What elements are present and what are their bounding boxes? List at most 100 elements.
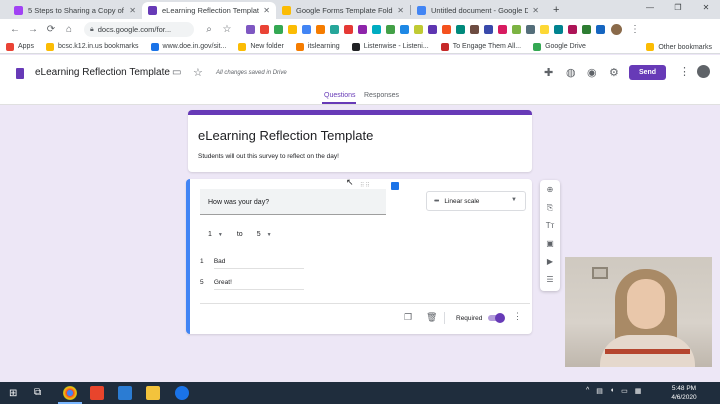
min-label-input[interactable]: Bad bbox=[213, 258, 304, 269]
task-view-icon[interactable]: ⧉ bbox=[34, 387, 41, 398]
extension-icon[interactable] bbox=[456, 25, 465, 34]
taskbar-clock[interactable]: 5:48 PM 4/6/2020 bbox=[664, 384, 704, 402]
star-icon[interactable]: ☆ bbox=[193, 66, 203, 79]
new-tab-icon[interactable]: + bbox=[553, 4, 559, 16]
bookmark-link[interactable]: Listenwise - Listeni... bbox=[351, 42, 429, 51]
extension-icon[interactable] bbox=[358, 25, 367, 34]
extension-icon[interactable] bbox=[512, 25, 521, 34]
battery-icon[interactable]: ▭ bbox=[621, 387, 628, 395]
chrome-app-icon[interactable] bbox=[63, 386, 77, 400]
close-tab-icon[interactable]: ✕ bbox=[532, 6, 539, 15]
bookmark-folder[interactable]: New folder bbox=[238, 42, 284, 51]
palette-icon[interactable]: ◍ bbox=[566, 66, 576, 79]
chevron-up-icon[interactable]: ^ bbox=[586, 387, 589, 395]
app-icon[interactable] bbox=[175, 386, 189, 400]
max-label-input[interactable]: Great! bbox=[213, 279, 304, 290]
add-video-icon[interactable]: ▶ bbox=[540, 257, 560, 266]
extension-icon[interactable] bbox=[274, 25, 283, 34]
question-card[interactable]: ⠿⠿ How was your day? ••• Linear scale ▼ … bbox=[186, 179, 532, 334]
minimize-icon[interactable]: — bbox=[636, 0, 664, 16]
duplicate-icon[interactable]: ❐ bbox=[404, 312, 412, 323]
form-description[interactable]: Students will out this survey to reflect… bbox=[198, 153, 339, 160]
form-title-card[interactable]: eLearning Reflection Template Students w… bbox=[188, 110, 532, 172]
extension-icon[interactable] bbox=[442, 25, 451, 34]
required-toggle[interactable] bbox=[488, 313, 505, 323]
add-image-icon[interactable] bbox=[391, 182, 399, 190]
browser-tab[interactable]: 5 Steps to Sharing a Copy of a G ✕ bbox=[8, 2, 142, 19]
send-button[interactable]: Send bbox=[629, 65, 666, 80]
extension-icon[interactable] bbox=[568, 25, 577, 34]
question-more-icon[interactable]: ⋮ bbox=[513, 311, 522, 322]
delete-trash-icon[interactable]: 🗑︎ bbox=[426, 312, 437, 323]
network-icon[interactable]: ▤ bbox=[596, 387, 603, 395]
dropdown-caret-icon[interactable]: ▼ bbox=[267, 232, 272, 238]
more-options-icon[interactable]: ⋮ bbox=[679, 65, 690, 78]
extension-icon[interactable] bbox=[596, 25, 605, 34]
extension-icon[interactable] bbox=[344, 25, 353, 34]
browser-tab[interactable]: Google Forms Template Folder ✕ bbox=[276, 2, 410, 19]
tab-questions[interactable]: Questions bbox=[324, 92, 356, 99]
extension-icon[interactable] bbox=[526, 25, 535, 34]
extension-icon[interactable] bbox=[554, 25, 563, 34]
addons-puzzle-icon[interactable]: ✚ bbox=[544, 66, 553, 79]
add-question-icon[interactable]: ⊕ bbox=[540, 185, 560, 194]
bookmark-apps[interactable]: Apps bbox=[6, 42, 34, 51]
close-tab-icon[interactable]: ✕ bbox=[263, 6, 270, 15]
extension-icon[interactable] bbox=[582, 25, 591, 34]
scale-max-select[interactable]: 5 bbox=[257, 231, 261, 238]
app-icon[interactable] bbox=[90, 386, 104, 400]
drag-handle-icon[interactable]: ⠿⠿ bbox=[360, 182, 371, 189]
extension-icon[interactable] bbox=[498, 25, 507, 34]
extension-icon[interactable] bbox=[470, 25, 479, 34]
add-section-icon[interactable]: ☰ bbox=[540, 275, 560, 284]
file-explorer-icon[interactable] bbox=[146, 386, 160, 400]
language-icon[interactable]: ▦ bbox=[635, 387, 642, 395]
extension-icon[interactable] bbox=[330, 25, 339, 34]
app-icon[interactable] bbox=[118, 386, 132, 400]
extension-icon[interactable] bbox=[260, 25, 269, 34]
address-bar[interactable]: 🔒︎ docs.google.com/for... bbox=[84, 22, 194, 37]
bookmark-link[interactable]: To Engage Them All... bbox=[440, 42, 521, 51]
extension-icon[interactable] bbox=[414, 25, 423, 34]
reload-icon[interactable]: ⟳ bbox=[42, 24, 60, 35]
window-close-icon[interactable]: ✕ bbox=[692, 0, 720, 16]
extension-icon[interactable] bbox=[540, 25, 549, 34]
dropdown-caret-icon[interactable]: ▼ bbox=[218, 232, 223, 238]
extension-icon[interactable] bbox=[316, 25, 325, 34]
extension-icon[interactable] bbox=[484, 25, 493, 34]
extension-icon[interactable] bbox=[246, 25, 255, 34]
search-icon[interactable]: ⌕ bbox=[200, 24, 218, 35]
extension-icon[interactable] bbox=[428, 25, 437, 34]
extension-icon[interactable] bbox=[288, 25, 297, 34]
browser-tab-active[interactable]: eLearning Reflection Template ✕ bbox=[142, 2, 276, 19]
back-icon[interactable]: ← bbox=[6, 24, 24, 35]
bookmark-link[interactable]: Google Drive bbox=[533, 42, 586, 51]
preview-eye-icon[interactable]: ◉ bbox=[587, 66, 597, 79]
bookmark-folder[interactable]: bcsc.k12.in.us bookmarks bbox=[45, 42, 139, 51]
scale-min-select[interactable]: 1 bbox=[208, 231, 212, 238]
question-title-input[interactable]: How was your day? bbox=[200, 189, 386, 215]
volume-icon[interactable]: ◖ bbox=[610, 387, 614, 395]
tab-responses[interactable]: Responses bbox=[364, 92, 399, 99]
form-heading[interactable]: eLearning Reflection Template bbox=[198, 128, 373, 143]
bookmark-star-icon[interactable]: ☆ bbox=[218, 24, 236, 35]
question-type-select[interactable]: ••• Linear scale ▼ bbox=[426, 191, 526, 211]
forward-icon[interactable]: → bbox=[24, 24, 42, 35]
other-bookmarks[interactable]: Other bookmarks bbox=[646, 40, 712, 54]
forms-logo-icon[interactable] bbox=[16, 68, 24, 79]
close-tab-icon[interactable]: ✕ bbox=[397, 6, 404, 15]
restore-icon[interactable]: ❐ bbox=[664, 0, 692, 16]
profile-avatar[interactable] bbox=[611, 24, 622, 35]
extension-icon[interactable] bbox=[386, 25, 395, 34]
form-title-field[interactable]: eLearning Reflection Template bbox=[35, 67, 170, 78]
bookmark-link[interactable]: www.doe.in.gov/sit... bbox=[150, 42, 226, 51]
browser-tab[interactable]: Untitled document - Google Doc ✕ bbox=[411, 2, 545, 19]
import-questions-icon[interactable]: ⎘ bbox=[540, 203, 560, 213]
chrome-menu-icon[interactable]: ⋮ bbox=[626, 24, 644, 35]
close-tab-icon[interactable]: ✕ bbox=[129, 6, 136, 15]
extension-icon[interactable] bbox=[302, 25, 311, 34]
extension-icon[interactable] bbox=[400, 25, 409, 34]
account-avatar[interactable] bbox=[697, 65, 710, 78]
settings-gear-icon[interactable]: ⚙ bbox=[609, 66, 619, 79]
move-to-folder-icon[interactable]: ▭ bbox=[172, 67, 181, 78]
